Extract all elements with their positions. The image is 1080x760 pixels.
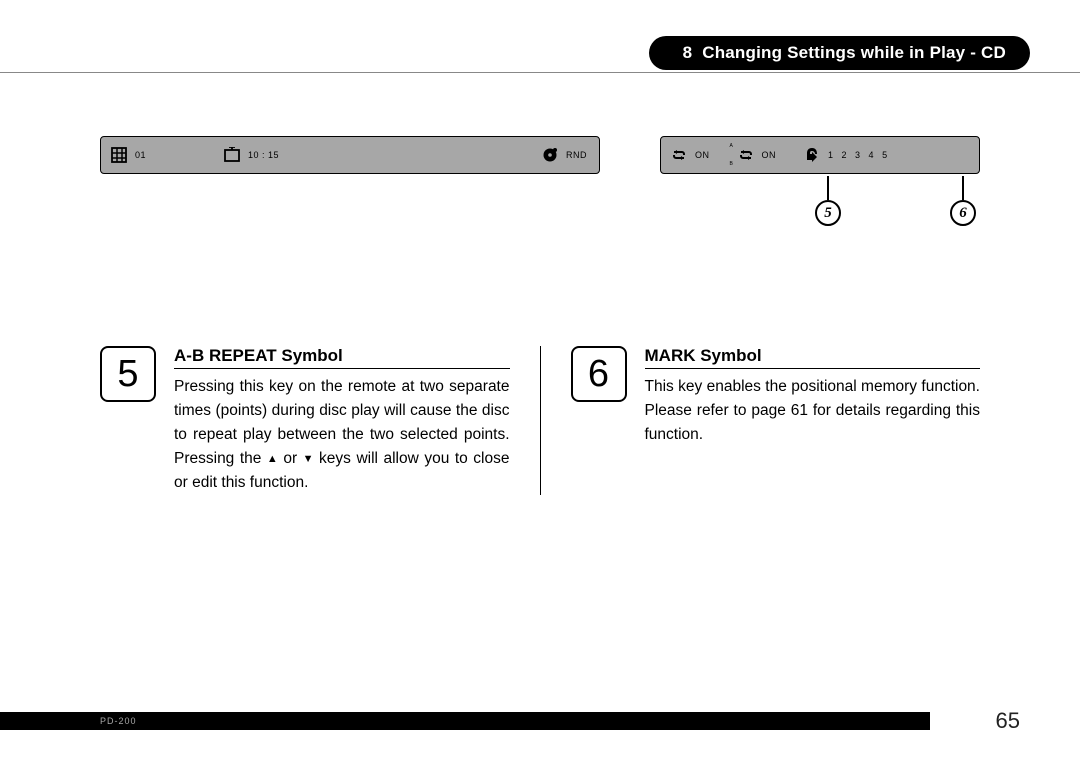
display-panel-right: ON A B ON 1 2 3 4 5 [660, 136, 980, 174]
section-5-title: A-B REPEAT Symbol [174, 346, 510, 369]
callout-circle-6: 6 [950, 200, 976, 226]
manual-page: 8 Changing Settings while in Play - CD 0… [0, 0, 1080, 760]
model-number: PD-200 [100, 716, 137, 726]
section-number: 8 [683, 43, 693, 63]
time-frame-icon [222, 145, 242, 165]
page-number: 65 [996, 708, 1020, 734]
track-number: 01 [135, 150, 146, 160]
section-title: Changing Settings while in Play - CD [702, 43, 1006, 63]
section-5-text: Pressing this key on the remote at two s… [174, 375, 510, 495]
display-panel-left: 01 10 : 15 RND [100, 136, 600, 174]
section-6-body: MARK Symbol This key enables the positio… [645, 346, 981, 447]
random-label: RND [566, 150, 587, 160]
callout-line-6 [962, 176, 964, 200]
column-6: 6 MARK Symbol This key enables the posit… [541, 346, 981, 495]
ab-letters: A B [730, 145, 736, 165]
section-6-title: MARK Symbol [645, 346, 981, 369]
mark-3: 3 [855, 150, 861, 160]
mark-icon [802, 145, 822, 165]
time-display: 10 : 15 [248, 150, 279, 160]
footer-bar: PD-200 [0, 712, 930, 730]
callout-line-5 [827, 176, 829, 200]
random-disc-icon [540, 145, 560, 165]
ab-repeat-icon [736, 145, 756, 165]
header-divider [0, 72, 1080, 73]
down-triangle-icon: ▼ [303, 451, 314, 468]
content-columns: 5 A-B REPEAT Symbol Pressing this key on… [100, 346, 980, 495]
disc-grid-icon [109, 145, 129, 165]
up-triangle-icon: ▲ [267, 451, 278, 468]
section-5-body: A-B REPEAT Symbol Pressing this key on t… [174, 346, 510, 495]
mark-1: 1 [828, 150, 834, 160]
ab-on-label: ON [762, 150, 777, 160]
section-6-text: This key enables the positional memory f… [645, 375, 981, 447]
mark-2: 2 [842, 150, 848, 160]
big-number-6: 6 [571, 346, 627, 402]
big-number-5: 5 [100, 346, 156, 402]
repeat-icon [669, 145, 689, 165]
mark-5: 5 [882, 150, 888, 160]
column-5: 5 A-B REPEAT Symbol Pressing this key on… [100, 346, 541, 495]
mark-4: 4 [869, 150, 875, 160]
repeat-on-label: ON [695, 150, 710, 160]
callout-circle-5: 5 [815, 200, 841, 226]
section-header: 8 Changing Settings while in Play - CD [649, 36, 1030, 70]
